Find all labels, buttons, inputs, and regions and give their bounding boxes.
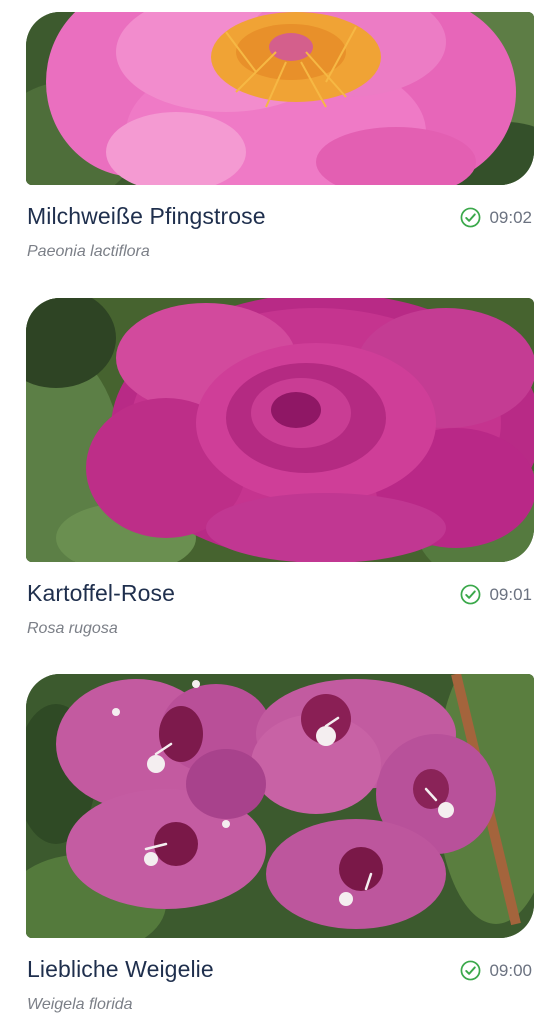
common-name: Kartoffel-Rose: [27, 580, 175, 606]
plant-photo[interactable]: [26, 12, 534, 185]
peony-image: [26, 12, 534, 185]
observation-time: 09:00: [489, 960, 532, 980]
plant-photo[interactable]: [26, 298, 534, 562]
observation-card[interactable]: Kartoffel-Rose 09:01 Rosa rugosa: [26, 298, 534, 638]
common-name: Milchweiße Pfingstrose: [27, 203, 266, 229]
scientific-name: Weigela florida: [27, 996, 133, 1013]
check-circle-icon: [461, 584, 481, 605]
plant-photo[interactable]: [26, 674, 534, 938]
observation-time: 09:01: [489, 584, 532, 604]
observation-card[interactable]: Milchweiße Pfingstrose 09:02 Paeonia lac…: [26, 12, 534, 261]
check-circle-icon: [461, 960, 481, 981]
observation-card[interactable]: Liebliche Weigelie 09:00 Weigela florida: [26, 674, 534, 1014]
common-name: Liebliche Weigelie: [27, 956, 214, 982]
scientific-name: Paeonia lactiflora: [27, 243, 150, 260]
observation-time: 09:02: [489, 207, 532, 227]
weigela-image: [26, 674, 534, 938]
rose-image: [26, 298, 534, 562]
check-circle-icon: [461, 207, 481, 228]
scientific-name: Rosa rugosa: [27, 620, 118, 637]
